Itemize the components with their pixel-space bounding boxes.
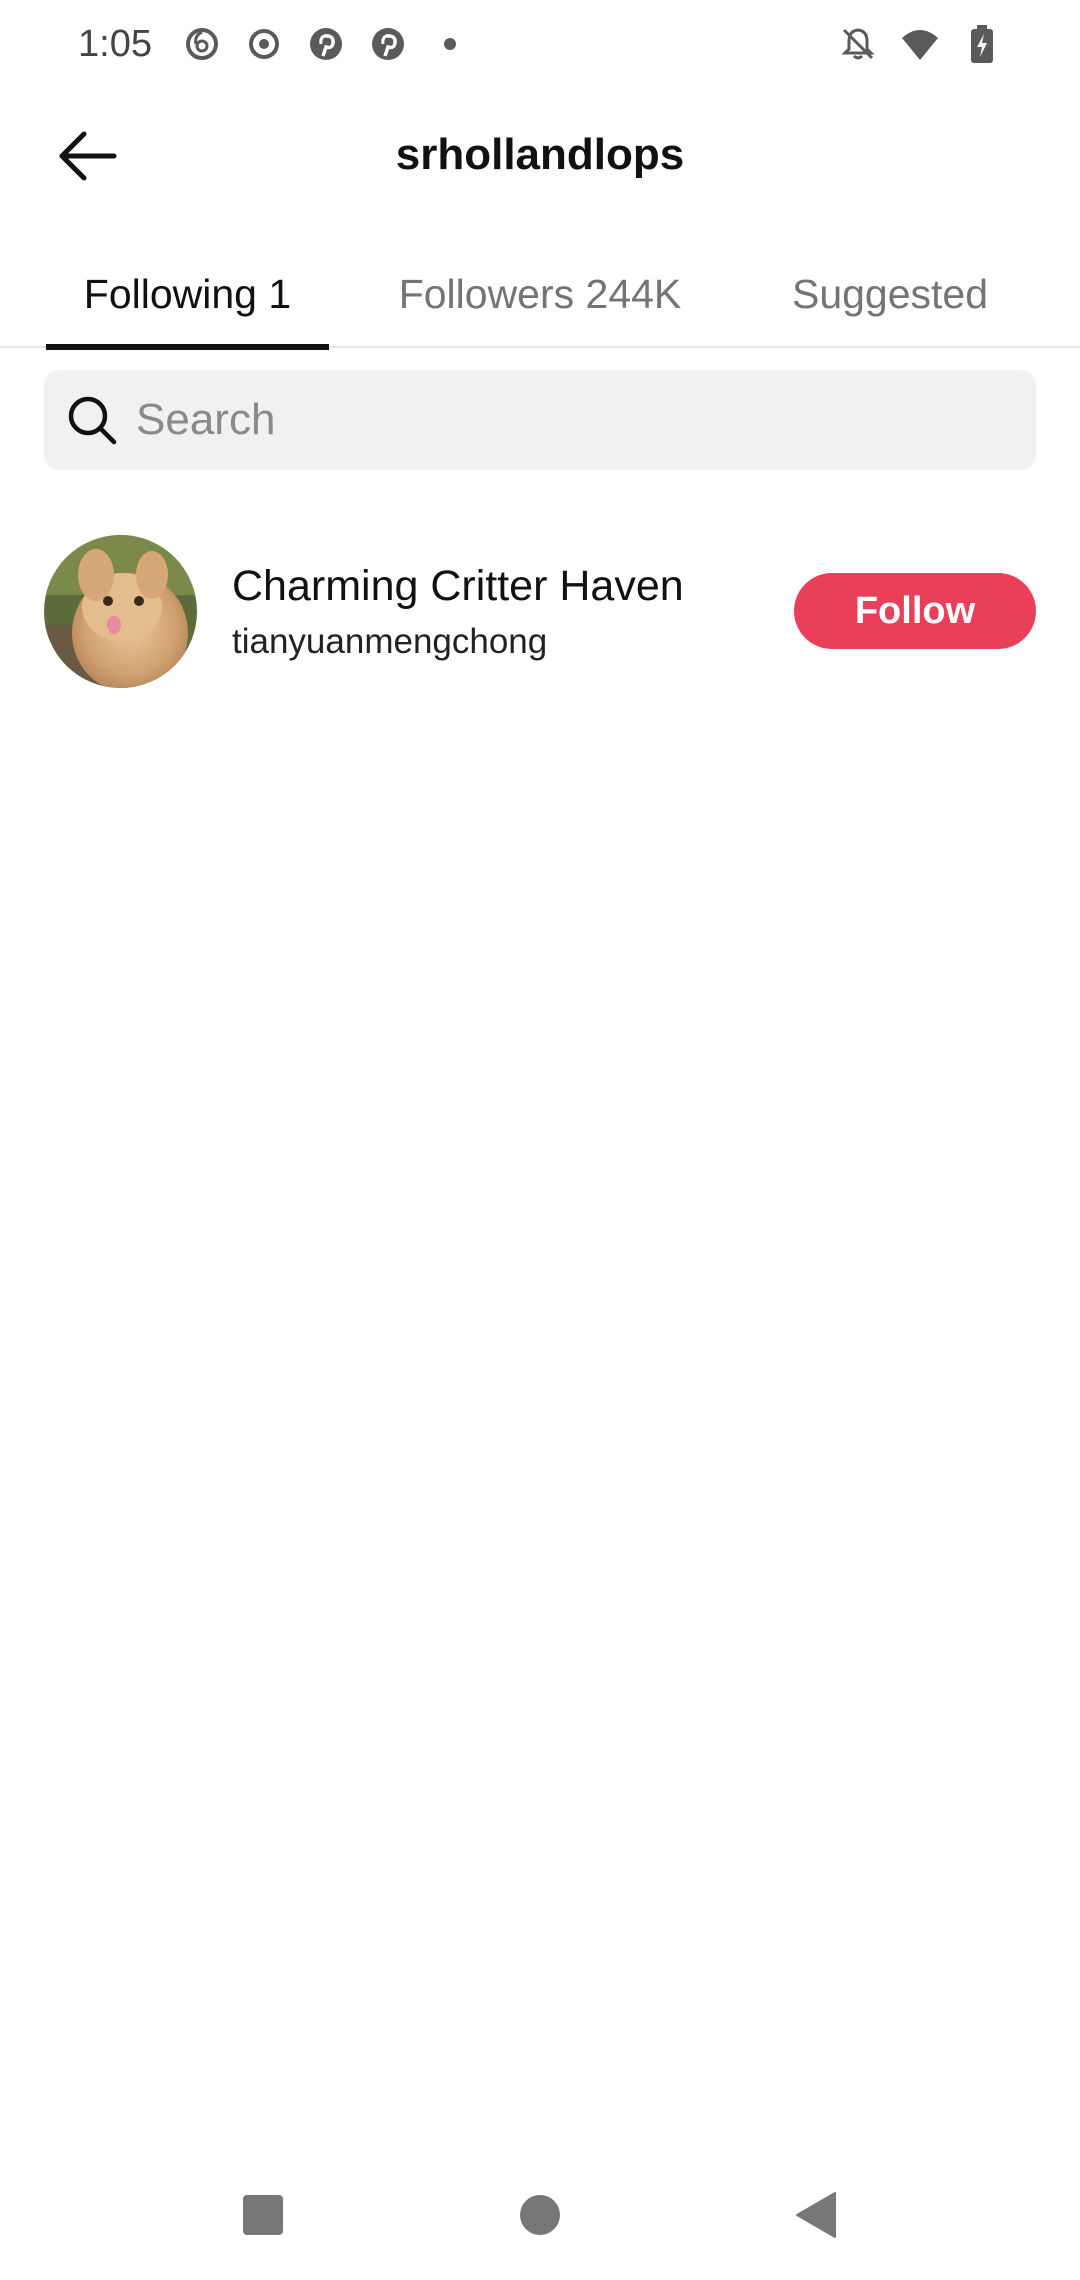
avatar[interactable] (44, 535, 197, 688)
search-bar[interactable] (44, 370, 1036, 470)
list-item[interactable]: Charming Critter Haven tianyuanmengchong… (0, 530, 1080, 690)
back-button[interactable] (52, 120, 124, 192)
search-icon (62, 390, 122, 450)
screen: 1:05 srhollandlops Following 1 Followers… (0, 0, 1080, 2280)
tab-followers[interactable]: Followers 244K (370, 240, 710, 348)
user-name[interactable]: Charming Critter Haven (232, 562, 684, 611)
status-icons-left (184, 26, 468, 62)
battery-charging-icon (962, 24, 1002, 64)
status-icons-right (838, 24, 1002, 64)
navigation-bar (0, 2160, 1080, 2270)
dot-icon (432, 26, 468, 62)
pinterest-icon (370, 26, 406, 62)
back-triangle-icon (796, 2192, 836, 2238)
wifi-icon (900, 24, 940, 64)
tab-suggested[interactable]: Suggested (770, 240, 1010, 348)
recents-button[interactable] (223, 2175, 303, 2255)
record-icon (246, 26, 282, 62)
pinterest-icon (308, 26, 344, 62)
home-icon (520, 2195, 560, 2235)
tab-bar: Following 1 Followers 244K Suggested (0, 240, 1080, 350)
search-input[interactable] (136, 395, 1016, 445)
home-button[interactable] (500, 2175, 580, 2255)
tab-following[interactable]: Following 1 (46, 240, 329, 350)
user-handle: tianyuanmengchong (232, 622, 548, 661)
nav-back-button[interactable] (777, 2175, 857, 2255)
arrow-left-icon (59, 131, 117, 181)
recents-icon (243, 2195, 283, 2235)
bell-off-icon (838, 24, 878, 64)
page-title: srhollandlops (395, 130, 685, 179)
follow-button[interactable]: Follow (794, 573, 1036, 649)
header: srhollandlops (0, 100, 1080, 210)
status-time: 1:05 (78, 22, 152, 65)
status-bar: 1:05 (0, 0, 1080, 88)
netease-music-icon (184, 26, 220, 62)
